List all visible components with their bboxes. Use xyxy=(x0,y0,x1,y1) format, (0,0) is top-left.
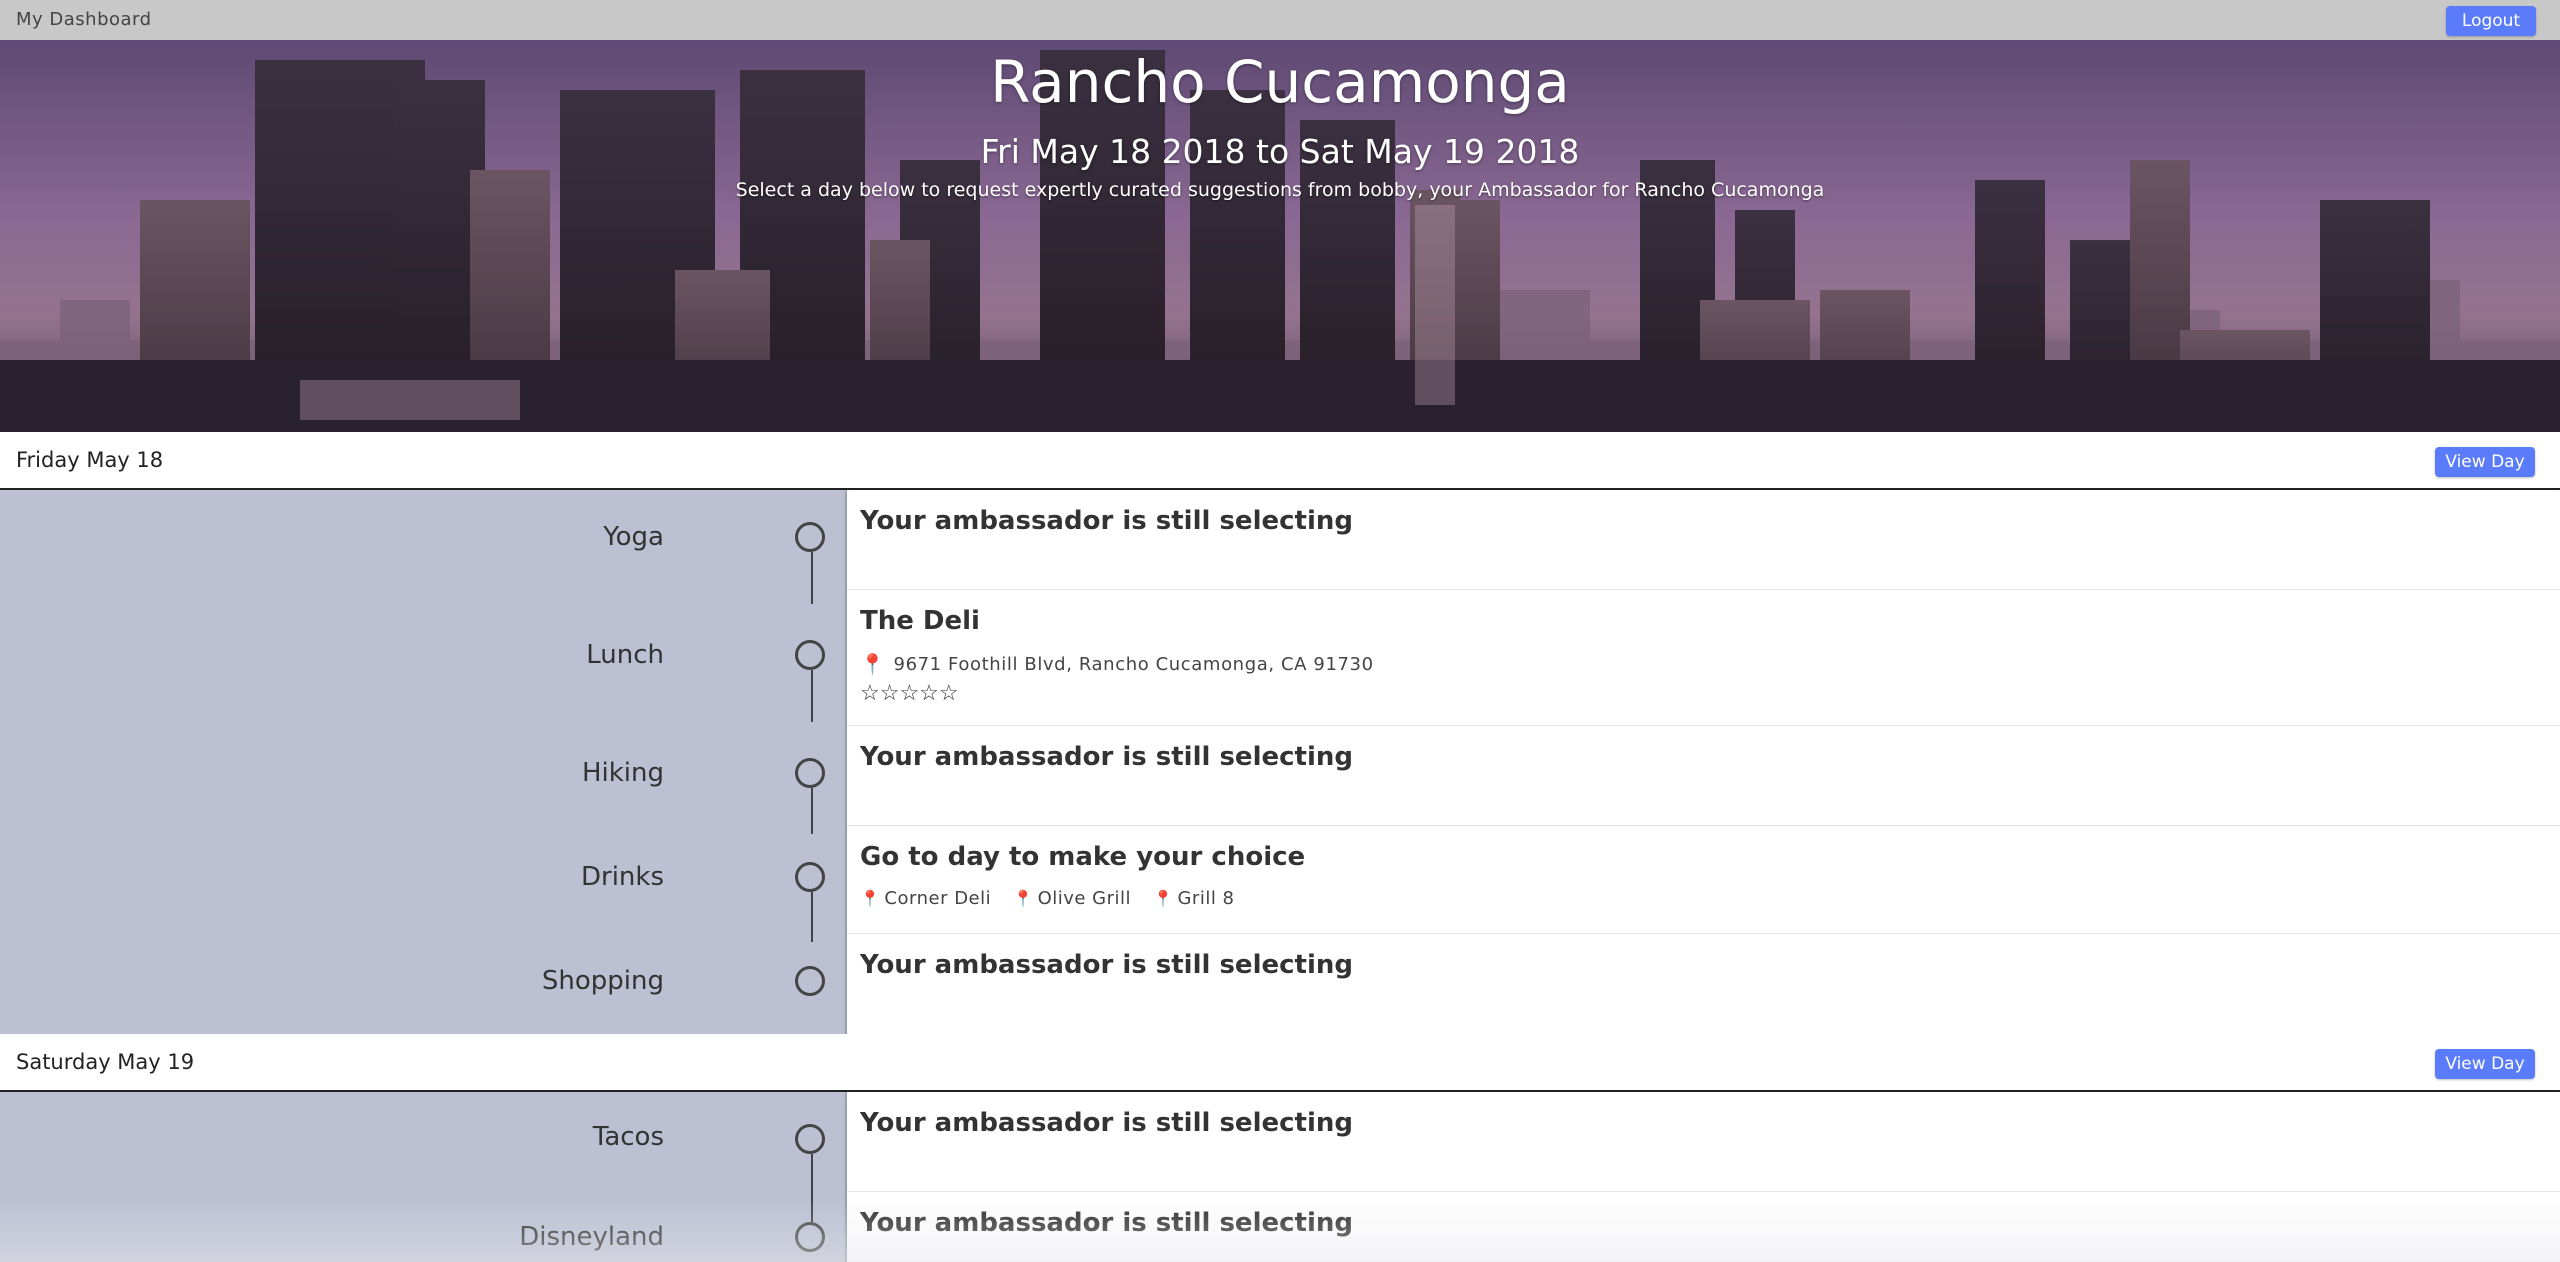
suggestion-heading: Your ambassador is still selecting xyxy=(860,506,1353,536)
top-navbar: My Dashboard Logout xyxy=(0,0,2560,41)
category-label: Shopping xyxy=(541,966,664,996)
address: 📍 9671 Foothill Blvd, Rancho Cucamonga, … xyxy=(860,652,1374,676)
pin-icon: 📍 xyxy=(1153,889,1174,908)
day-header: Saturday May 19 View Day xyxy=(0,1034,2560,1092)
day-header: Friday May 18 View Day xyxy=(0,432,2560,490)
dashboard-link[interactable]: My Dashboard xyxy=(16,9,152,30)
timeline-connector xyxy=(811,788,813,834)
timeline-connector xyxy=(811,892,813,942)
suggestion-heading: Your ambassador is still selecting xyxy=(860,1208,1353,1238)
category-label: Yoga xyxy=(603,522,664,552)
day-timeline: Tacos Disneyland Your ambassador is stil… xyxy=(0,1092,2560,1262)
timeline-connector xyxy=(811,1154,813,1222)
timeline-node-icon[interactable] xyxy=(795,758,825,788)
hero-banner: Rancho Cucamonga Fri May 18 2018 to Sat … xyxy=(0,40,2560,432)
suggestion-item[interactable]: Your ambassador is still selecting xyxy=(847,1092,2560,1192)
category-label: Drinks xyxy=(580,862,664,892)
suggestion-item[interactable]: Go to day to make your choice 📍 Corner De… xyxy=(847,826,2560,934)
timeline-node-icon[interactable] xyxy=(795,1124,825,1154)
timeline-node-icon[interactable] xyxy=(795,522,825,552)
suggestion-item[interactable]: Your ambassador is still selecting xyxy=(847,934,2560,1034)
category-label: Hiking xyxy=(581,758,664,788)
day-timeline: Yoga Lunch Hiking Drinks Shopping Your a… xyxy=(0,490,2560,1034)
timeline-categories-panel xyxy=(0,1092,847,1262)
view-day-button[interactable]: View Day xyxy=(2435,1049,2535,1079)
timeline-node-icon[interactable] xyxy=(795,1222,825,1252)
timeline-node-icon[interactable] xyxy=(795,862,825,892)
suggestion-item[interactable]: Your ambassador is still selecting xyxy=(847,490,2560,590)
hero-instructions: Select a day below to request expertly c… xyxy=(735,179,1825,201)
category-label: Lunch xyxy=(586,640,664,670)
page-title: Rancho Cucamonga xyxy=(990,48,1570,116)
suggestion-item[interactable]: The Deli 📍 9671 Foothill Blvd, Rancho Cu… xyxy=(847,590,2560,726)
map-pin-icon: 📍 xyxy=(860,652,886,676)
category-label: Disneyland xyxy=(519,1222,664,1252)
logout-button[interactable]: Logout xyxy=(2446,6,2536,36)
suggestion-heading: Your ambassador is still selecting xyxy=(860,742,1353,772)
timeline-node-icon[interactable] xyxy=(795,966,825,996)
suggestion-heading: Your ambassador is still selecting xyxy=(860,950,1353,980)
address-text: 9671 Foothill Blvd, Rancho Cucamonga, CA… xyxy=(893,653,1374,675)
suggestion-heading: The Deli xyxy=(860,606,980,636)
day-label: Saturday May 19 xyxy=(16,1050,195,1074)
choice-option[interactable]: 📍 Grill 8 xyxy=(1153,888,1234,909)
timeline-node-icon[interactable] xyxy=(795,640,825,670)
suggestion-item[interactable]: Your ambassador is still selecting xyxy=(847,1192,2560,1262)
choice-options: 📍 Corner Deli 📍 Olive Grill 📍 Grill 8 xyxy=(860,888,1257,909)
timeline-connector xyxy=(811,670,813,722)
star-rating: ☆☆☆☆☆ xyxy=(860,680,959,705)
trip-dates: Fri May 18 2018 to Sat May 19 2018 xyxy=(980,132,1580,171)
view-day-button[interactable]: View Day xyxy=(2435,447,2535,477)
choice-option[interactable]: 📍 Corner Deli xyxy=(860,888,991,909)
pin-icon: 📍 xyxy=(860,889,881,908)
timeline-connector xyxy=(811,552,813,604)
timeline-categories-panel xyxy=(0,490,847,1034)
pin-icon: 📍 xyxy=(1013,889,1034,908)
suggestion-item[interactable]: Your ambassador is still selecting xyxy=(847,726,2560,826)
choice-option[interactable]: 📍 Olive Grill xyxy=(1013,888,1131,909)
suggestion-heading: Your ambassador is still selecting xyxy=(860,1108,1353,1138)
suggestion-heading: Go to day to make your choice xyxy=(860,842,1306,872)
day-label: Friday May 18 xyxy=(16,448,164,472)
category-label: Tacos xyxy=(592,1122,664,1152)
